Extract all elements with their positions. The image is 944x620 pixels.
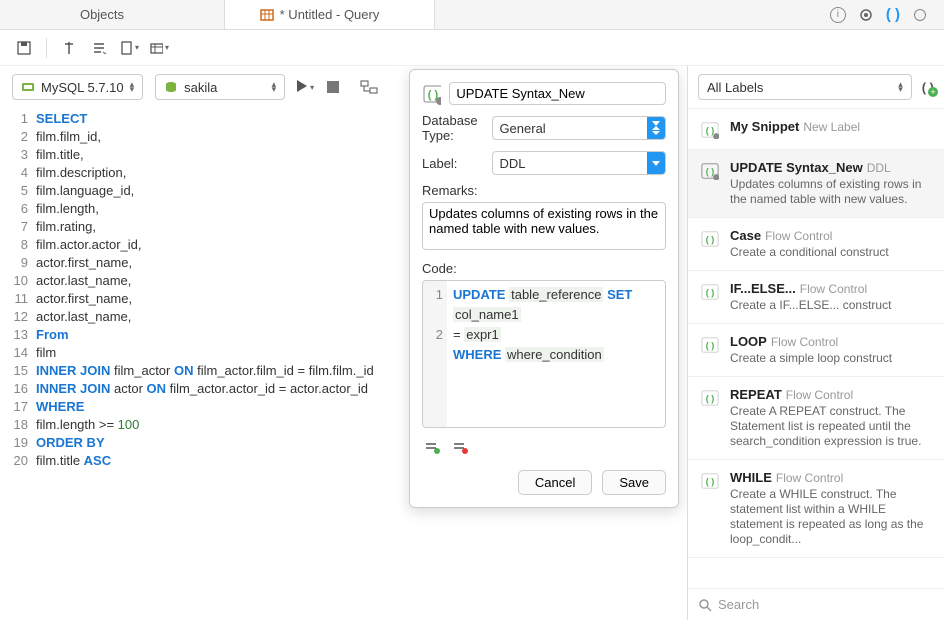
database-icon: [164, 80, 178, 94]
snippet-title: LOOP: [730, 334, 767, 349]
snippet-item[interactable]: ( ) Case Flow Control Create a conditional …: [688, 218, 944, 271]
snippet-desc: Create a conditional construct: [730, 245, 932, 260]
server-name: MySQL 5.7.10: [41, 80, 124, 95]
search-input[interactable]: Search: [718, 597, 934, 612]
snippet-item[interactable]: ( ) LOOP Flow Control Create a simple loop …: [688, 324, 944, 377]
tab-query[interactable]: * Untitled - Query: [225, 0, 435, 29]
code-label: Code:: [422, 261, 666, 276]
stop-button[interactable]: [327, 81, 339, 93]
snippet-tag: Flow Control: [771, 335, 838, 349]
svg-text:( ): ( ): [706, 288, 715, 298]
snippet-tag: DDL: [867, 161, 891, 175]
remove-param-icon[interactable]: [450, 438, 470, 456]
snippet-title: WHILE: [730, 470, 772, 485]
snippet-title: IF...ELSE...: [730, 281, 796, 296]
snippet-list-icon: ( ): [700, 281, 720, 301]
table-icon: [260, 8, 274, 22]
snippet-tag: Flow Control: [776, 471, 843, 485]
tool-icon-4[interactable]: ▾: [149, 38, 169, 58]
snippet-item[interactable]: ( ) WHILE Flow Control Create a WHILE const…: [688, 460, 944, 558]
snippet-name-input[interactable]: [449, 82, 666, 105]
snippet-code-editor[interactable]: 1 2 UPDATE table_reference SET col_name1…: [422, 280, 666, 428]
cancel-button[interactable]: Cancel: [518, 470, 592, 495]
snippet-item[interactable]: ( ) UPDATE Syntax_New DDL Updates columns o…: [688, 150, 944, 218]
svg-text:( ): ( ): [706, 477, 715, 487]
snippet-title: My Snippet: [730, 119, 799, 134]
add-param-icon[interactable]: [422, 438, 442, 456]
snippet-desc: Create a IF...ELSE... construct: [730, 298, 932, 313]
label-label: Label:: [422, 156, 484, 171]
line-gutter: 1234567891011121314151617181920: [0, 108, 36, 620]
snippet-desc: Create a WHILE construct. The statement …: [730, 487, 932, 547]
label-select[interactable]: DDL: [492, 151, 666, 175]
remarks-label: Remarks:: [422, 183, 666, 198]
snippet-list-icon: ( ): [700, 228, 720, 248]
snippet-edit-panel: ( ) Database Type: General Label: DDL Re…: [409, 69, 679, 508]
snippet-title: Case: [730, 228, 761, 243]
database-name: sakila: [184, 80, 217, 95]
snippet-list: ( ) My Snippet New Label ( ) UPDATE Syntax_N…: [688, 109, 944, 588]
svg-text:( ): ( ): [706, 126, 715, 136]
snippet-list-icon: ( ): [700, 387, 720, 407]
svg-text:( ): ( ): [706, 341, 715, 351]
database-select[interactable]: sakila ▴▾: [155, 74, 285, 100]
explain-icon[interactable]: [359, 77, 379, 97]
svg-text:( ): ( ): [706, 235, 715, 245]
snippet-item[interactable]: ( ) IF...ELSE... Flow Control Create a IF..…: [688, 271, 944, 324]
tool-icon-2[interactable]: [89, 38, 109, 58]
snippet-desc: Create a simple loop construct: [730, 351, 932, 366]
remarks-textarea[interactable]: Updates columns of existing rows in the …: [422, 202, 666, 250]
snippet-list-icon: ( ): [700, 334, 720, 354]
eye-icon[interactable]: [858, 7, 874, 23]
labels-filter[interactable]: All Labels ▴▾: [698, 74, 912, 100]
info-icon[interactable]: i: [830, 7, 846, 23]
snippet-item[interactable]: ( ) My Snippet New Label: [688, 109, 944, 150]
snippet-title: REPEAT: [730, 387, 782, 402]
snippet-list-icon: ( ): [700, 119, 720, 139]
save-button[interactable]: Save: [602, 470, 666, 495]
top-tabs: Objects * Untitled - Query i ( ): [0, 0, 944, 30]
save-icon[interactable]: [14, 38, 34, 58]
snippets-sidebar: All Labels ▴▾ ( ) + ( ) My Snippet New Lab…: [687, 66, 944, 620]
svg-text:( ): ( ): [706, 167, 715, 177]
tool-icon-3[interactable]: ▾: [119, 38, 139, 58]
tool-icon-1[interactable]: [59, 38, 79, 58]
tab-label: Objects: [80, 7, 124, 22]
snippet-title: UPDATE Syntax_New: [730, 160, 863, 175]
snippet-list-icon: ( ): [700, 160, 720, 180]
dbtype-select[interactable]: General: [492, 116, 666, 140]
gear-icon[interactable]: [912, 7, 928, 23]
toolbar: ▾ ▾: [0, 30, 944, 66]
snippet-list-icon: ( ): [700, 470, 720, 490]
dbtype-label: Database Type:: [422, 113, 484, 143]
run-button[interactable]: ▾: [297, 78, 315, 96]
top-right-icons: i ( ): [814, 0, 944, 29]
snippet-tag: Flow Control: [765, 229, 832, 243]
server-select[interactable]: MySQL 5.7.10 ▴▾: [12, 74, 143, 100]
snippet-icon: ( ): [422, 83, 441, 105]
svg-text:( ): ( ): [706, 394, 715, 404]
tab-objects[interactable]: Objects: [0, 0, 225, 29]
search-icon: [698, 598, 712, 612]
snippet-tag: Flow Control: [800, 282, 867, 296]
add-snippet-icon[interactable]: ( ) +: [922, 80, 934, 95]
snippet-item[interactable]: ( ) REPEAT Flow Control Create A REPEAT con…: [688, 377, 944, 460]
braces-icon[interactable]: ( ): [886, 6, 900, 23]
snippet-tag: New Label: [803, 120, 860, 134]
tab-label: * Untitled - Query: [280, 7, 380, 22]
snippet-tag: Flow Control: [786, 388, 853, 402]
server-icon: [21, 80, 35, 94]
snippet-desc: Updates columns of existing rows in the …: [730, 177, 932, 207]
snippet-desc: Create A REPEAT construct. The Statement…: [730, 404, 932, 449]
